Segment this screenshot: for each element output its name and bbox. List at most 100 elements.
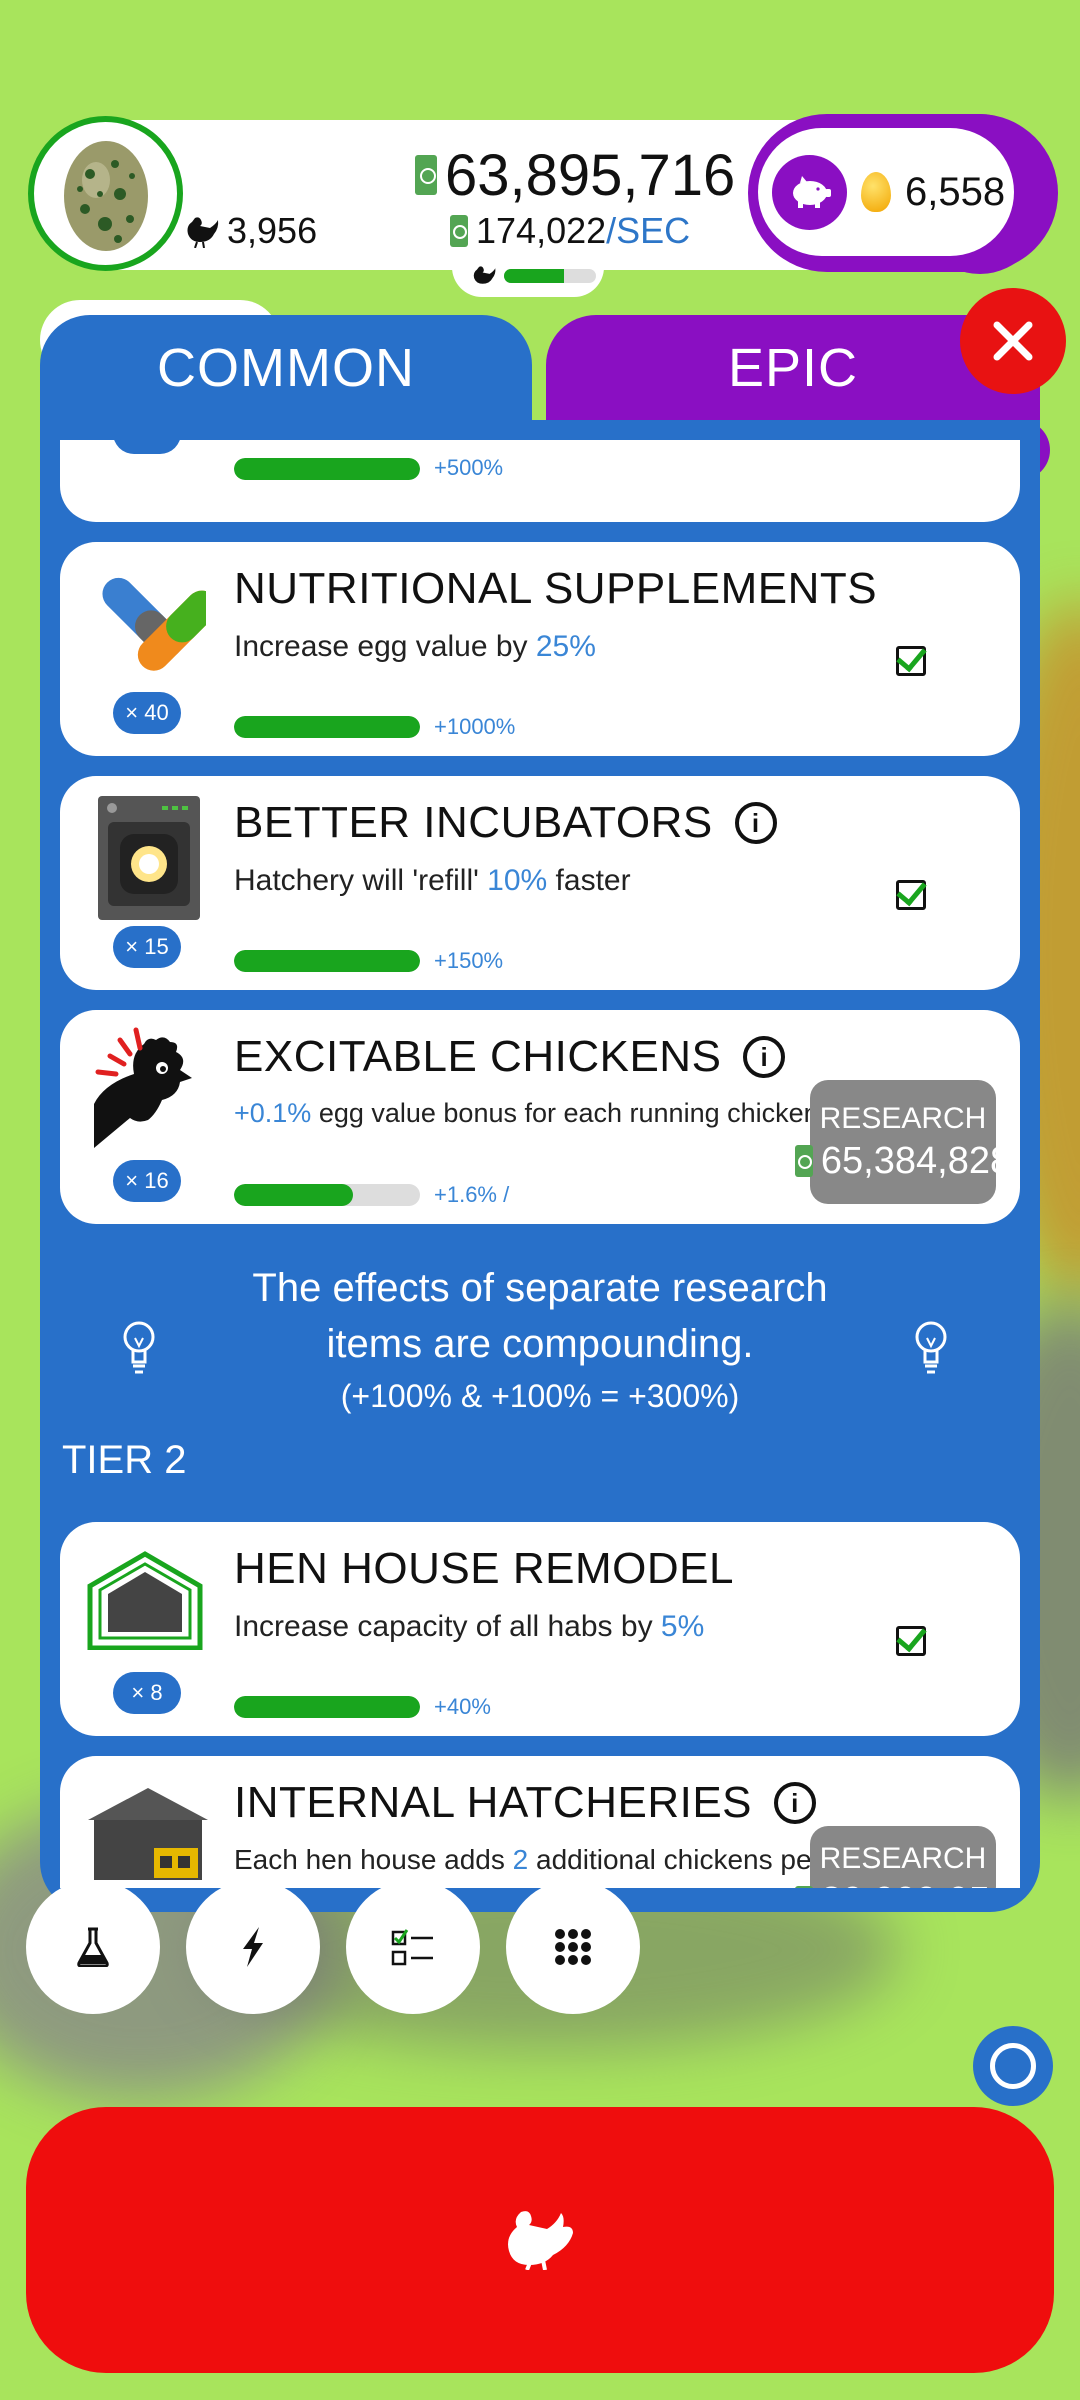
more-menu-button[interactable] bbox=[506, 1880, 640, 2014]
hen-house-icon bbox=[86, 1550, 204, 1651]
research-cost: 80,009,050 bbox=[794, 1880, 1011, 1888]
boosts-button[interactable] bbox=[186, 1880, 320, 2014]
cash-rate-unit: /SEC bbox=[606, 210, 691, 251]
research-card-hen-house-remodel: HEN HOUSE REMODEL Increase capacity of a… bbox=[60, 1522, 1020, 1736]
info-icon[interactable]: i bbox=[774, 1782, 817, 1824]
chicken-icon bbox=[508, 2211, 573, 2270]
cash-rate-value: 174,022 bbox=[476, 210, 607, 251]
info-icon[interactable]: i bbox=[734, 802, 777, 844]
hab-progress-bar bbox=[504, 269, 596, 283]
research-description: Increase egg value by 25% bbox=[234, 630, 596, 664]
research-card-excitable-chickens: EXCITABLE CHICKENS i +0.1% egg value bonu… bbox=[60, 1010, 1020, 1224]
cash-total-value: 63,895,716 bbox=[445, 142, 736, 208]
level-badge: × 50 bbox=[113, 440, 181, 454]
checkbox-icon bbox=[896, 1626, 926, 1656]
chicken-count: 3,956 bbox=[185, 208, 317, 254]
research-progress-bar bbox=[234, 1184, 420, 1206]
pill-icon bbox=[96, 570, 218, 680]
cash-icon bbox=[415, 155, 437, 195]
tab-epic-label: EPIC bbox=[727, 338, 859, 398]
golden-egg-count: 6,558 bbox=[905, 169, 1006, 214]
desc-text: egg value bonus for each running chicken bbox=[311, 1098, 819, 1128]
research-gain: +1.6% / bbox=[434, 1182, 510, 1207]
cash-rate: 174,022/SEC bbox=[450, 208, 690, 254]
piggy-bank-button[interactable] bbox=[772, 154, 847, 230]
research-card-internal-hatcheries: INTERNAL HATCHERIES i Each hen house adds… bbox=[60, 1756, 1020, 1888]
research-list[interactable]: × 50 +500% NUTRITIONAL SUPPLEMENTS Incre… bbox=[60, 440, 1020, 1888]
ring-button[interactable] bbox=[973, 2026, 1053, 2106]
piggy-bank-icon bbox=[792, 176, 831, 208]
tab-common[interactable]: COMMON bbox=[40, 315, 532, 425]
info-icon[interactable]: i bbox=[743, 1036, 786, 1078]
desc-text: Increase egg value by bbox=[234, 630, 536, 663]
research-cost-value: 80,009,050 bbox=[821, 1880, 1011, 1888]
desc-text: Increase capacity of all habs by bbox=[234, 1610, 661, 1643]
research-button[interactable]: RESEARCH 65,384,828 bbox=[794, 1080, 1011, 1204]
lightning-icon bbox=[243, 1927, 263, 1967]
research-title-text: BETTER INCUBATORS bbox=[234, 798, 713, 847]
level-badge: × 16 bbox=[113, 1160, 181, 1202]
hatchery-icon bbox=[88, 1786, 208, 1880]
research-description: Increase capacity of all habs by 5% bbox=[234, 1610, 704, 1644]
research-gain: +1000% bbox=[434, 714, 516, 739]
research-title-text: HEN HOUSE REMODEL bbox=[234, 1544, 734, 1593]
research-description: +0.1% egg value bonus for each running c… bbox=[234, 1098, 819, 1129]
research-cost: 65,384,828 bbox=[794, 1139, 1012, 1183]
desc-text: Hatchery will 'refill' bbox=[234, 864, 488, 897]
checklist-icon bbox=[391, 1929, 433, 1966]
excited-chicken-icon bbox=[94, 1024, 204, 1148]
research-title: HEN HOUSE REMODEL bbox=[234, 1544, 734, 1594]
research-title-text: EXCITABLE CHICKENS bbox=[234, 1032, 722, 1081]
checkbox-icon bbox=[896, 880, 926, 910]
lightbulb-icon bbox=[123, 1321, 155, 1374]
desc-text: faster bbox=[547, 864, 631, 897]
chicken-icon bbox=[473, 266, 496, 284]
missions-button[interactable] bbox=[346, 1880, 480, 2014]
lightbulb-icon bbox=[915, 1321, 947, 1374]
cash-total: 63,895,716 bbox=[415, 140, 735, 210]
hab-progress[interactable] bbox=[452, 255, 604, 297]
research-card-nutritional-supplements: NUTRITIONAL SUPPLEMENTS Increase egg val… bbox=[60, 542, 1020, 756]
tier-label: TIER 2 bbox=[62, 1438, 187, 1482]
grid-icon bbox=[555, 1929, 591, 1965]
level-badge: × 40 bbox=[113, 692, 181, 734]
research-card: × 50 +500% bbox=[60, 440, 1020, 522]
research-button-label: RESEARCH bbox=[819, 1842, 987, 1875]
incubator-icon bbox=[98, 796, 200, 922]
level-badge: × 15 bbox=[113, 926, 181, 968]
research-tip: The effects of separate research items a… bbox=[60, 1260, 1020, 1440]
research-title: INTERNAL HATCHERIES i bbox=[234, 1778, 817, 1828]
research-progress-bar bbox=[234, 716, 420, 738]
research-cost-value: 65,384,828 bbox=[820, 1139, 1012, 1182]
close-button[interactable] bbox=[960, 288, 1066, 394]
research-title-text: INTERNAL HATCHERIES bbox=[234, 1778, 753, 1827]
golden-egg-counter[interactable]: 6,558 bbox=[758, 128, 1014, 256]
research-button[interactable]: RESEARCH 80,009,050 bbox=[794, 1826, 1011, 1888]
research-title: BETTER INCUBATORS i bbox=[234, 798, 777, 848]
research-title: NUTRITIONAL SUPPLEMENTS bbox=[234, 564, 877, 614]
research-button-label: RESEARCH bbox=[819, 1101, 987, 1135]
egg-icon bbox=[63, 140, 148, 251]
research-progress-bar bbox=[234, 950, 420, 972]
hatch-chicken-button[interactable] bbox=[26, 2107, 1054, 2373]
desc-highlight: 5% bbox=[660, 1610, 705, 1643]
flask-icon bbox=[77, 1927, 109, 1967]
desc-highlight: +0.1% bbox=[234, 1098, 312, 1128]
research-card-better-incubators: BETTER INCUBATORS i Hatchery will 'refill… bbox=[60, 776, 1020, 990]
research-progress-bar bbox=[234, 1696, 420, 1718]
desc-highlight: 2 bbox=[512, 1844, 529, 1875]
chicken-icon bbox=[187, 217, 219, 248]
desc-highlight: 25% bbox=[535, 630, 596, 663]
egg-type-button[interactable] bbox=[28, 116, 183, 271]
tab-common-label: COMMON bbox=[157, 338, 415, 398]
research-gain: +500% bbox=[434, 455, 504, 480]
research-menu-button[interactable] bbox=[26, 1880, 160, 2014]
research-progress-bar bbox=[234, 458, 420, 480]
desc-highlight: 10% bbox=[487, 864, 548, 897]
ring-icon bbox=[990, 2043, 1036, 2089]
cash-icon bbox=[450, 215, 468, 247]
golden-egg-icon bbox=[861, 172, 891, 212]
tip-text: The effects of separate research items a… bbox=[252, 1266, 828, 1366]
research-panel: × 50 +500% NUTRITIONAL SUPPLEMENTS Incre… bbox=[40, 420, 1040, 1912]
chicken-count-value: 3,956 bbox=[227, 210, 318, 251]
